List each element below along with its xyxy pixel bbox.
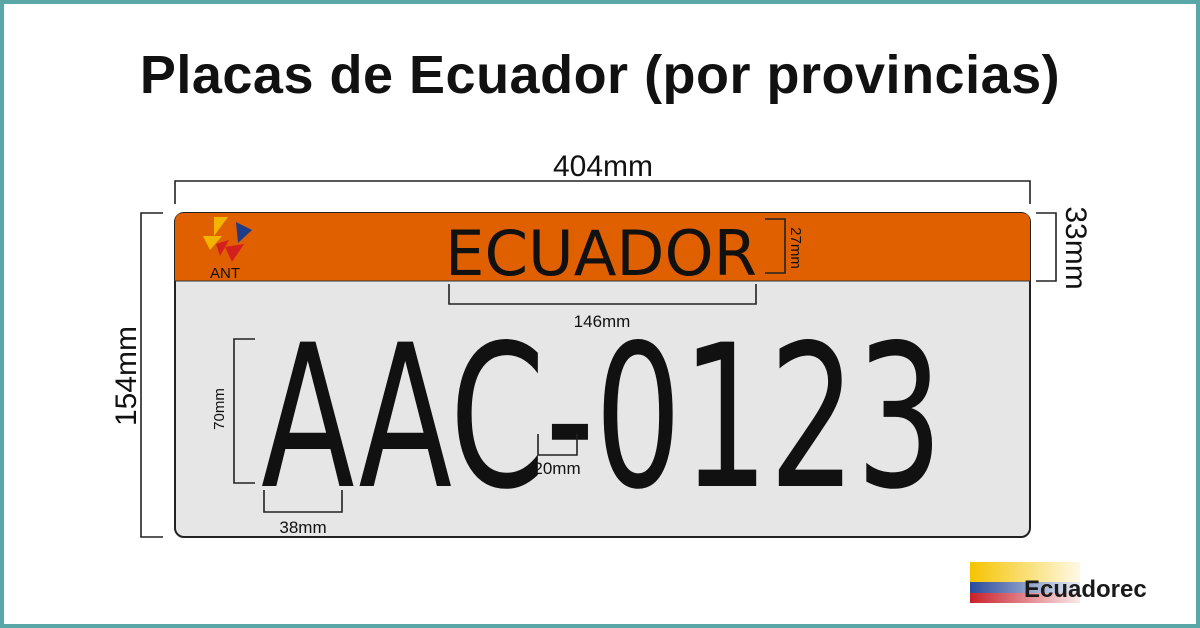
dimension-header-text-width-label: 146mm (574, 312, 631, 331)
agency-label: ANT (210, 265, 240, 282)
dimension-header-height (1036, 212, 1057, 282)
dimension-width-label: 404mm (553, 150, 653, 183)
dimension-char-height-label: 70mm (211, 388, 228, 430)
plate-header-text: ECUADOR (445, 217, 757, 290)
brand-name: Ecuadorec (1024, 576, 1147, 603)
dimension-dash-width-label: 20mm (533, 459, 580, 478)
plate-number: AAC-0123 (261, 302, 943, 533)
dimension-height (140, 212, 163, 538)
plate-diagram: ANT ECUADOR AAC-0123 404mm 154mm 33mm 27… (110, 150, 1092, 603)
dimension-header-text-height-label: 27mm (787, 227, 804, 269)
dimension-width (174, 180, 1031, 204)
dimension-header-height-label: 33mm (1059, 206, 1092, 289)
dimension-char-width-label: 38mm (279, 518, 326, 537)
dimension-height-label: 154mm (110, 326, 143, 426)
